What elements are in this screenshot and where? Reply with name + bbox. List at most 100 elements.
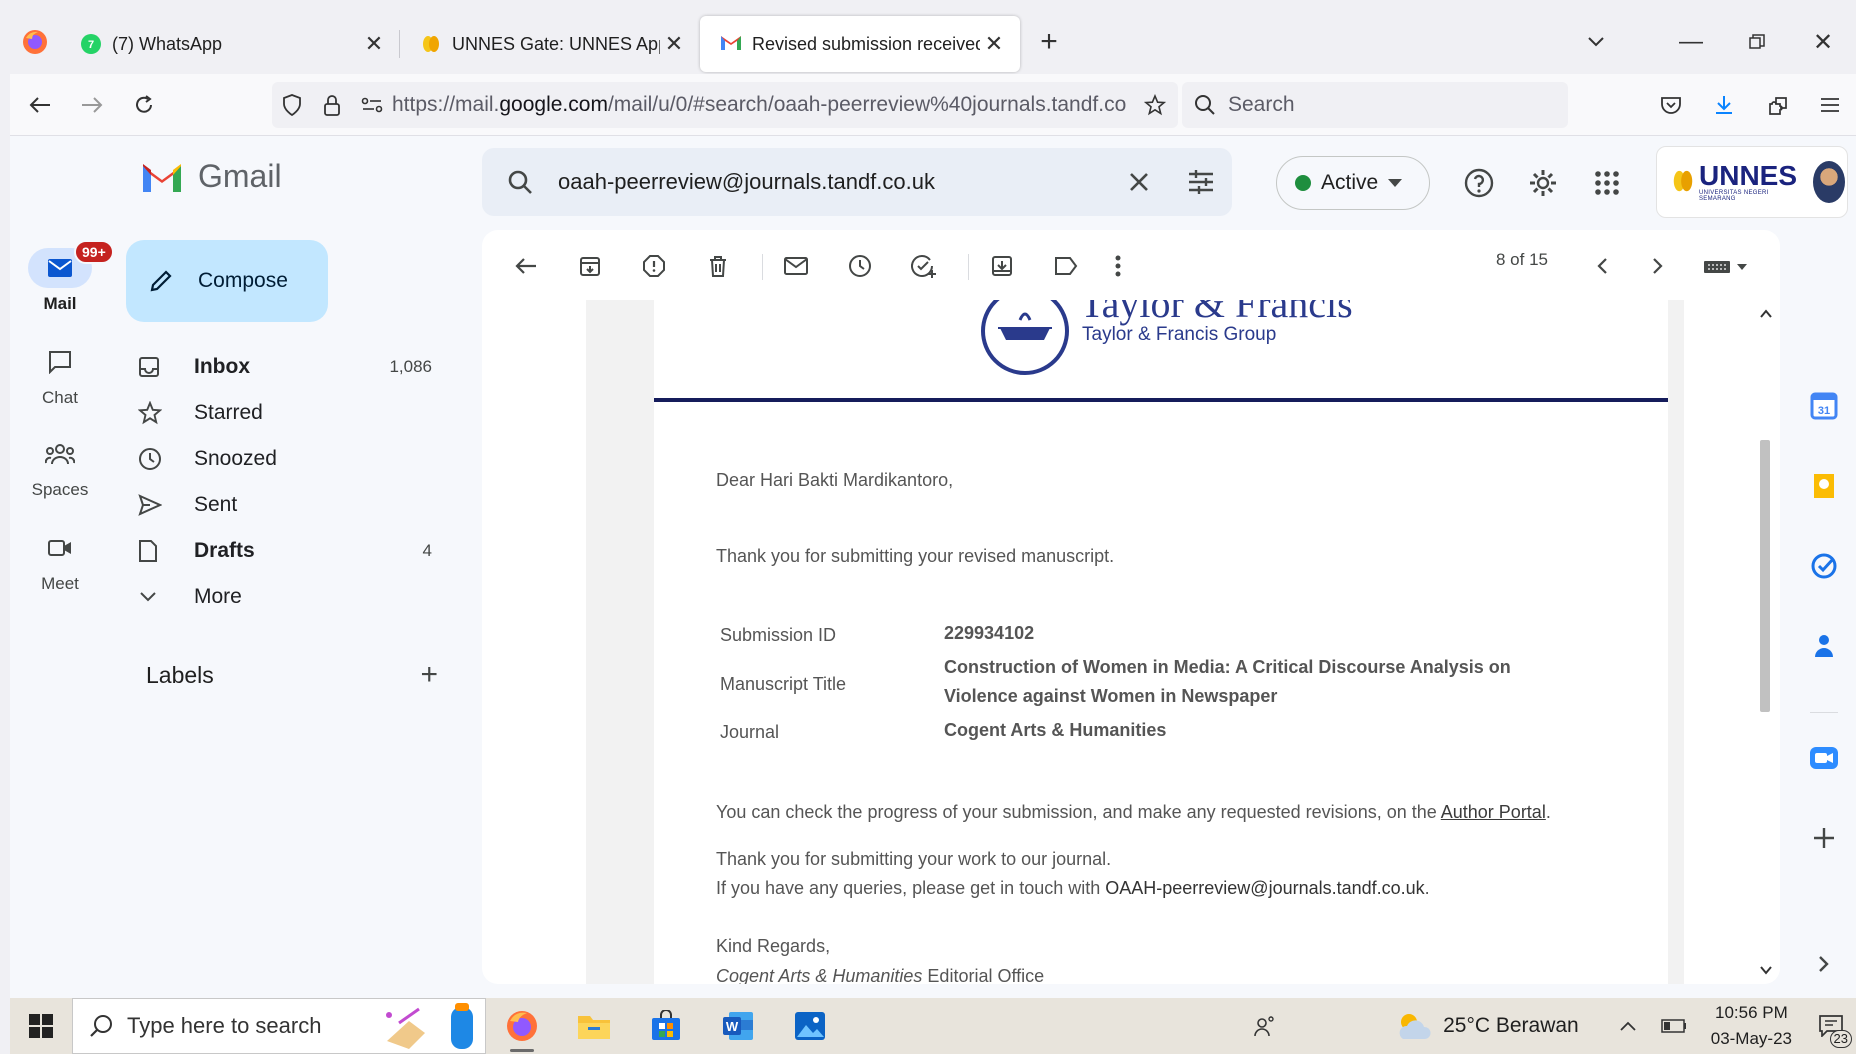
clock[interactable]: 10:56 PM 03-May-23 <box>1697 1000 1806 1052</box>
windows-start-icon[interactable] <box>10 998 72 1054</box>
account-switcher[interactable]: UNNES UNIVERSITAS NEGERI SEMARANG <box>1656 146 1848 218</box>
weather-widget[interactable]: 25°C Berawan <box>1395 1011 1605 1041</box>
taskbar-word[interactable]: W <box>702 998 774 1054</box>
minimize-icon[interactable]: — <box>1658 10 1724 74</box>
rail-spaces[interactable]: Spaces <box>10 434 110 500</box>
gmail-logo[interactable]: Gmail <box>140 158 282 195</box>
get-addons-plus-icon[interactable] <box>1806 820 1842 856</box>
store-bag-icon <box>652 1010 680 1040</box>
folder-starred[interactable]: Starred <box>126 392 456 434</box>
taskbar-store[interactable] <box>630 998 702 1054</box>
menu-icon[interactable] <box>1803 74 1856 136</box>
folder-snoozed[interactable]: Snoozed <box>126 438 456 480</box>
tab-title: Revised submission received for <box>752 33 980 54</box>
keep-icon[interactable] <box>1806 468 1842 504</box>
taskbar-file-explorer[interactable] <box>558 998 630 1054</box>
email-card: Taylor & Francis Taylor & Francis Group … <box>654 300 1668 984</box>
calendar-icon[interactable]: 31 <box>1806 388 1842 424</box>
draft-file-icon <box>138 539 182 563</box>
permissions-icon[interactable] <box>352 82 392 128</box>
mail-search-bar[interactable]: oaah-peerreview@journals.tandf.co.uk <box>482 148 1232 216</box>
mark-unread-icon[interactable] <box>774 244 818 288</box>
mail-search-input[interactable]: oaah-peerreview@journals.tandf.co.uk <box>558 169 1108 195</box>
list-all-tabs-icon[interactable] <box>1566 10 1626 74</box>
folder-drafts[interactable]: Drafts 4 <box>126 530 456 572</box>
firefox-icon[interactable] <box>10 10 60 74</box>
contact-email-link[interactable]: OAAH-peerreview@journals.tandf.co.uk <box>1105 878 1424 898</box>
svg-text:7: 7 <box>88 39 94 51</box>
taskbar-firefox[interactable] <box>486 998 558 1054</box>
taskbar-search-box[interactable]: Type here to search <box>72 998 486 1054</box>
status-dropdown[interactable]: Active <box>1276 156 1430 210</box>
taskbar-photos[interactable] <box>774 998 846 1054</box>
clear-search-icon[interactable] <box>1108 148 1170 216</box>
rail-chat[interactable]: Chat <box>10 342 110 408</box>
forward-icon[interactable] <box>66 79 118 131</box>
add-to-tasks-icon[interactable] <box>902 244 946 288</box>
add-label-icon[interactable]: + <box>420 658 446 692</box>
new-tab-button[interactable]: + <box>1020 14 1078 70</box>
avatar[interactable] <box>1811 159 1847 205</box>
close-window-icon[interactable]: ✕ <box>1790 10 1856 74</box>
submission-id-value: 229934102 <box>944 623 1035 643</box>
folder-sent[interactable]: Sent <box>126 484 456 526</box>
tab-title: UNNES Gate: UNNES Applicatio <box>452 33 660 54</box>
compose-button[interactable]: Compose <box>126 240 328 322</box>
battery-icon[interactable] <box>1651 1019 1697 1033</box>
settings-gear-icon[interactable] <box>1518 158 1568 208</box>
search-options-icon[interactable] <box>1170 148 1232 216</box>
contacts-icon[interactable] <box>1806 628 1842 664</box>
tab-whatsapp[interactable]: 7 (7) WhatsApp ✕ <box>60 16 400 72</box>
pocket-icon[interactable] <box>1644 74 1697 136</box>
reload-icon[interactable] <box>118 79 170 131</box>
older-chevron-right-icon[interactable] <box>1636 244 1680 288</box>
lock-icon[interactable] <box>312 82 352 128</box>
rail-mail[interactable]: 99+ Mail <box>10 240 114 314</box>
expand-panel-chevron-icon[interactable] <box>1806 946 1842 982</box>
tab-gmail-active[interactable]: Revised submission received for ✕ <box>700 16 1020 72</box>
rail-meet[interactable]: Meet <box>10 528 110 594</box>
message-scrollbar[interactable] <box>1752 300 1780 984</box>
bookmark-star-icon[interactable] <box>1132 82 1178 128</box>
browser-search-bar[interactable]: Search <box>1182 82 1568 128</box>
chevron-up-icon[interactable] <box>1605 1020 1651 1032</box>
report-spam-icon[interactable] <box>632 244 676 288</box>
manuscript-title-line2: Violence against Women in Newspaper <box>944 686 1278 706</box>
zoom-icon[interactable] <box>1806 740 1842 776</box>
downloads-icon[interactable] <box>1697 74 1750 136</box>
restore-icon[interactable] <box>1724 10 1790 74</box>
people-icon[interactable] <box>1225 1015 1305 1037</box>
move-to-icon[interactable] <box>980 244 1024 288</box>
toolbar-divider <box>762 254 763 280</box>
url-bar[interactable]: https://mail.google.com/mail/u/0/#search… <box>272 82 1178 128</box>
back-icon[interactable] <box>14 79 66 131</box>
author-portal-link[interactable]: Author Portal <box>1441 802 1546 822</box>
back-to-list-icon[interactable] <box>504 244 548 288</box>
newer-chevron-left-icon[interactable] <box>1580 244 1624 288</box>
tab-unnes-gate[interactable]: UNNES Gate: UNNES Applicatio ✕ <box>400 16 700 72</box>
scroll-up-icon[interactable] <box>1756 304 1776 324</box>
url-text[interactable]: https://mail.google.com/mail/u/0/#search… <box>392 93 1132 117</box>
help-icon[interactable] <box>1454 158 1504 208</box>
search-icon[interactable] <box>482 169 558 195</box>
folder-label: Drafts <box>194 539 255 562</box>
folder-more[interactable]: More <box>126 576 456 618</box>
tasks-icon[interactable] <box>1806 548 1842 584</box>
scroll-down-icon[interactable] <box>1756 960 1776 980</box>
extensions-icon[interactable] <box>1750 74 1803 136</box>
close-tab-icon[interactable]: ✕ <box>980 30 1008 58</box>
input-tools-keyboard-icon[interactable] <box>1696 244 1756 288</box>
notification-center-icon[interactable]: 23 <box>1806 998 1856 1054</box>
close-tab-icon[interactable]: ✕ <box>660 30 688 58</box>
more-options-icon[interactable] <box>1096 244 1140 288</box>
close-tab-icon[interactable]: ✕ <box>360 30 388 58</box>
clock-time: 10:56 PM <box>1714 1003 1788 1022</box>
delete-trash-icon[interactable] <box>696 244 740 288</box>
scroll-thumb[interactable] <box>1760 440 1770 712</box>
label-tag-icon[interactable] <box>1044 244 1088 288</box>
archive-icon[interactable] <box>568 244 612 288</box>
snooze-clock-icon[interactable] <box>838 244 882 288</box>
folder-inbox[interactable]: Inbox 1,086 <box>126 346 456 388</box>
shield-icon[interactable] <box>272 82 312 128</box>
apps-grid-icon[interactable] <box>1582 158 1632 208</box>
